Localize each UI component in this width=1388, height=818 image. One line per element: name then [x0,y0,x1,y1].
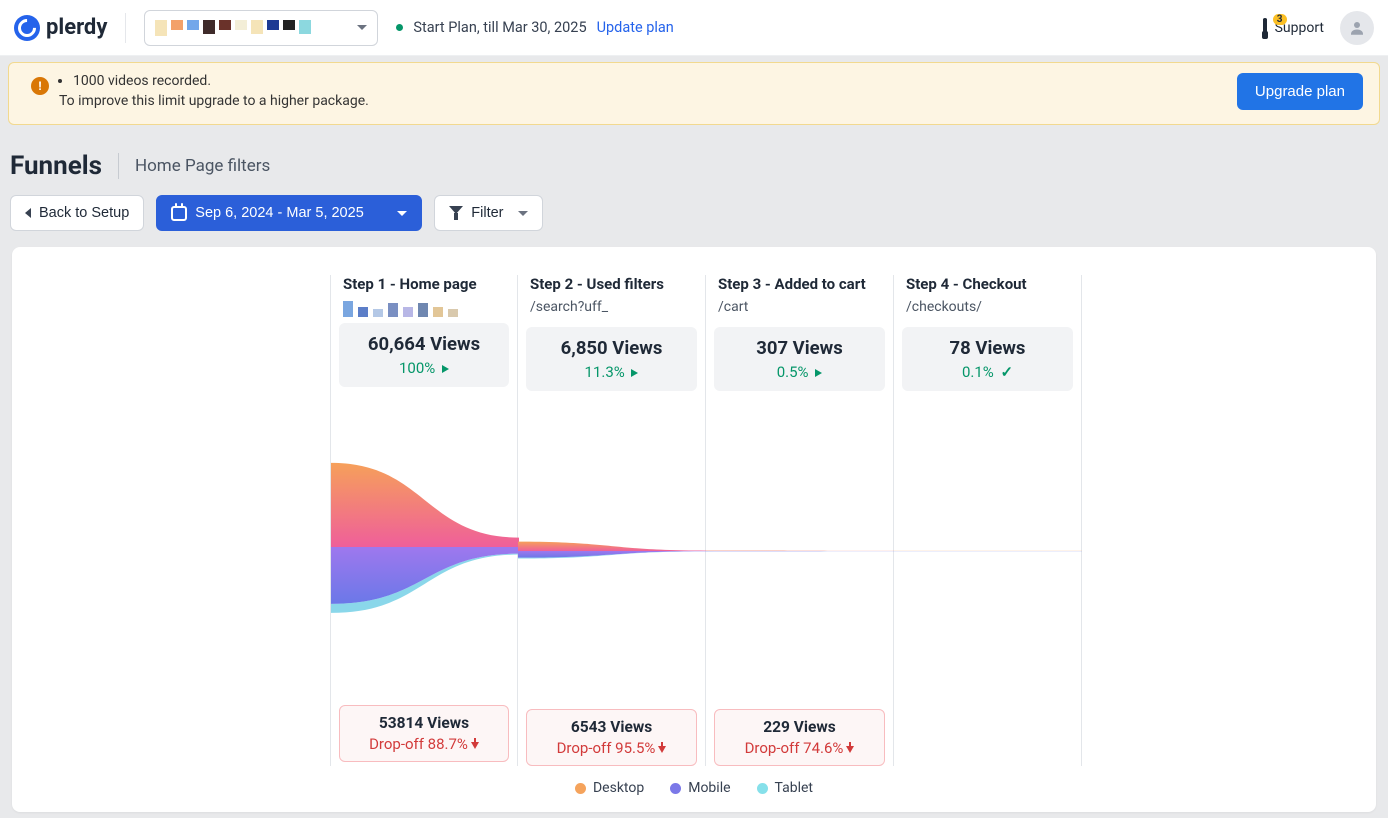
headset-icon [1263,18,1267,36]
step-views: 6,850 Views [530,337,693,359]
step-title: Step 4 - Checkout [906,275,1069,293]
limit-alert: ! 1000 videos recorded. To improve this … [8,62,1380,125]
user-avatar[interactable] [1340,11,1374,45]
filter-label: Filter [471,205,503,221]
header-divider [125,13,126,43]
logo-mark-icon [14,15,40,41]
filter-button[interactable]: Filter [434,195,542,231]
support-badge: 3 [1273,14,1287,25]
step-title: Step 1 - Home page [343,275,505,293]
drop-pct: Drop-off 74.6% [719,739,880,757]
funnel-step: Step 2 - Used filters /search?uff_ 6,850… [518,275,706,766]
date-range-label: Sep 6, 2024 - Mar 5, 2025 [195,205,363,221]
step-views: 78 Views [906,337,1069,359]
funnel-step: Step 3 - Added to cart /cart 307 Views 0… [706,275,894,766]
step-url: /search?uff_ [530,299,693,319]
alert-videos-line: 1000 videos recorded. [73,73,369,89]
step-url: /checkouts/ [906,299,1069,319]
step-percent: 100% [343,359,505,377]
chevron-down-icon [518,211,528,216]
funnel-panel: Step 1 - Home page 60,664 Views 100% 538 [12,247,1376,812]
check-icon: ✓ [1000,363,1013,381]
calendar-icon [171,206,187,221]
drop-views: 53814 Views [344,714,504,732]
step-chart [706,401,893,701]
app-header: plerdy Start Plan, till Mar 30, 2025 Upd… [0,0,1388,56]
brand-logo[interactable]: plerdy [14,15,107,41]
step-url-bars [343,299,505,317]
step-metric: 6,850 Views 11.3% [526,327,697,391]
arrow-right-icon [442,365,449,373]
legend-mobile: Mobile [670,780,730,796]
step-metric: 78 Views 0.1% ✓ [902,327,1073,391]
legend-desktop: Desktop [575,780,644,796]
step-metric: 60,664 Views 100% [339,323,509,387]
site-thumbnails [155,20,311,36]
drop-off-box: 53814 Views Drop-off 88.7% [339,705,509,762]
step-percent: 0.1% ✓ [906,363,1069,381]
step-percent: 11.3% [530,363,693,381]
step-url: /cart [718,299,881,319]
funnel-step: Step 4 - Checkout /checkouts/ 78 Views 0… [894,275,1082,766]
step-percent: 0.5% [718,363,881,381]
alert-improve-line: To improve this limit upgrade to a highe… [59,93,369,109]
arrow-right-icon [815,369,822,377]
person-icon [1348,19,1366,37]
step-views: 60,664 Views [343,333,505,355]
arrow-right-icon [631,369,638,377]
arrow-down-icon [658,746,666,753]
step-views: 307 Views [718,337,881,359]
step-title: Step 3 - Added to cart [718,275,881,293]
title-divider [118,153,119,179]
page-subtitle: Home Page filters [135,156,270,176]
plan-info: Start Plan, till Mar 30, 2025 Update pla… [396,19,673,36]
step-title: Step 2 - Used filters [530,275,693,293]
step-chart [894,401,1081,701]
step-metric: 307 Views 0.5% [714,327,885,391]
arrow-down-icon [846,746,854,753]
site-selector[interactable] [144,10,378,46]
drop-off-box: 6543 Views Drop-off 95.5% [526,709,697,766]
drop-off-box: 229 Views Drop-off 74.6% [714,709,885,766]
update-plan-link[interactable]: Update plan [597,19,674,36]
drop-views: 229 Views [719,718,880,736]
legend-tablet: Tablet [757,780,813,796]
drop-views: 6543 Views [531,718,692,736]
step-chart [518,401,705,701]
support-button[interactable]: 3 Support [1263,20,1324,36]
chart-legend: Desktop Mobile Tablet [34,766,1354,798]
date-range-button[interactable]: Sep 6, 2024 - Mar 5, 2025 [156,195,422,231]
warning-icon: ! [31,77,49,95]
back-to-setup-button[interactable]: Back to Setup [10,195,144,231]
status-dot-icon [396,24,403,31]
brand-name: plerdy [46,15,107,40]
filter-icon [449,206,463,220]
step-chart [331,397,517,697]
drop-pct: Drop-off 88.7% [344,735,504,753]
upgrade-plan-button[interactable]: Upgrade plan [1237,73,1363,110]
arrow-down-icon [471,742,479,749]
back-label: Back to Setup [39,205,129,221]
chevron-left-icon [25,208,31,218]
chevron-down-icon [357,25,367,30]
drop-pct: Drop-off 95.5% [531,739,692,757]
plan-text: Start Plan, till Mar 30, 2025 [413,19,586,36]
page-title: Funnels [10,151,102,181]
funnel-step: Step 1 - Home page 60,664 Views 100% 538 [330,275,518,766]
chevron-down-icon [397,211,407,216]
